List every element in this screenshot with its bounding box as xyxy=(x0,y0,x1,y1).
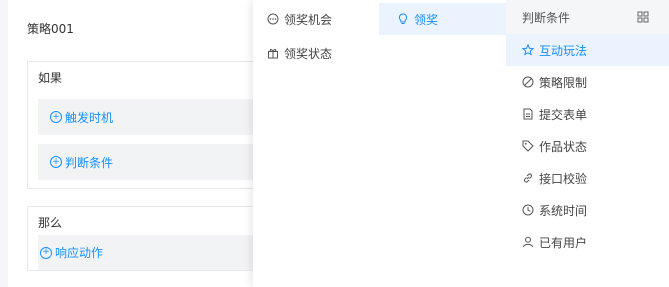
menu-item-api-check[interactable]: 接口校验 xyxy=(506,162,669,194)
menu-item-lottery-chance[interactable]: 领奖机会 xyxy=(253,3,379,35)
add-condition-link[interactable]: + 判断条件 xyxy=(38,154,113,171)
circle-dots-icon xyxy=(267,13,279,25)
plus-circle-icon: + xyxy=(50,156,62,168)
then-block: 那么 + 响应动作 xyxy=(27,206,269,271)
conditions-header: 判断条件 xyxy=(506,0,669,34)
then-label: 那么 xyxy=(38,216,63,230)
menu-item-label: 作品状态 xyxy=(539,139,588,154)
ban-icon xyxy=(522,76,534,88)
condition-row: + 判断条件 xyxy=(38,144,268,180)
star-icon xyxy=(522,44,534,56)
menu-item-existing-user[interactable]: 已有用户 xyxy=(506,226,669,258)
grid-icon[interactable] xyxy=(637,11,649,23)
menu-item-work-status[interactable]: 作品状态 xyxy=(506,130,669,162)
plus-circle-icon: + xyxy=(40,246,52,259)
strategy-title: 策略001 xyxy=(27,22,74,36)
menu-item-label: 领奖机会 xyxy=(284,12,333,27)
cascader-column-2: 领奖 xyxy=(379,0,507,287)
menu-item-label: 已有用户 xyxy=(539,235,588,250)
menu-item-label: 接口校验 xyxy=(539,171,588,186)
link-icon xyxy=(522,172,534,184)
trigger-row: + 触发时机 xyxy=(38,99,268,135)
menu-item-label: 领奖 xyxy=(414,12,439,27)
form-icon xyxy=(522,108,534,120)
menu-item-system-time[interactable]: 系统时间 xyxy=(506,194,669,226)
menu-item-submit-form[interactable]: 提交表单 xyxy=(506,98,669,130)
menu-item-label: 提交表单 xyxy=(539,107,588,122)
if-block: 如果 + 触发时机 + 判断条件 xyxy=(27,61,269,189)
menu-item-label: 领奖状态 xyxy=(284,46,333,61)
if-label: 如果 xyxy=(38,71,63,85)
menu-item-label: 互动玩法 xyxy=(539,43,588,58)
menu-item-interactive-play[interactable]: 互动玩法 xyxy=(506,34,669,66)
add-trigger-label: 触发时机 xyxy=(65,110,114,125)
add-trigger-link[interactable]: + 触发时机 xyxy=(38,109,113,126)
cascader-column-1: 领奖机会 领奖状态 xyxy=(253,0,380,287)
tag-icon xyxy=(522,140,534,152)
menu-item-label: 系统时间 xyxy=(539,203,588,218)
user-icon xyxy=(522,236,534,248)
plus-circle-icon: + xyxy=(50,111,62,123)
action-row: + 响应动作 xyxy=(38,235,268,270)
cascader-column-3: 判断条件 互动玩法 策略限制 提交表单 作品状态 接口校验 系统时间 已有用户 xyxy=(506,0,669,287)
add-action-link[interactable]: + 响应动作 xyxy=(38,244,103,261)
add-action-label: 响应动作 xyxy=(55,246,104,260)
menu-item-lottery-status[interactable]: 领奖状态 xyxy=(253,37,379,69)
menu-item-label: 策略限制 xyxy=(539,75,588,90)
conditions-header-label: 判断条件 xyxy=(522,10,571,25)
bulb-icon xyxy=(397,13,409,25)
menu-item-claim-prize[interactable]: 领奖 xyxy=(379,3,506,35)
add-condition-label: 判断条件 xyxy=(65,155,114,170)
clock-icon xyxy=(522,204,534,216)
gift-icon xyxy=(267,47,279,59)
menu-item-strategy-limit[interactable]: 策略限制 xyxy=(506,66,669,98)
